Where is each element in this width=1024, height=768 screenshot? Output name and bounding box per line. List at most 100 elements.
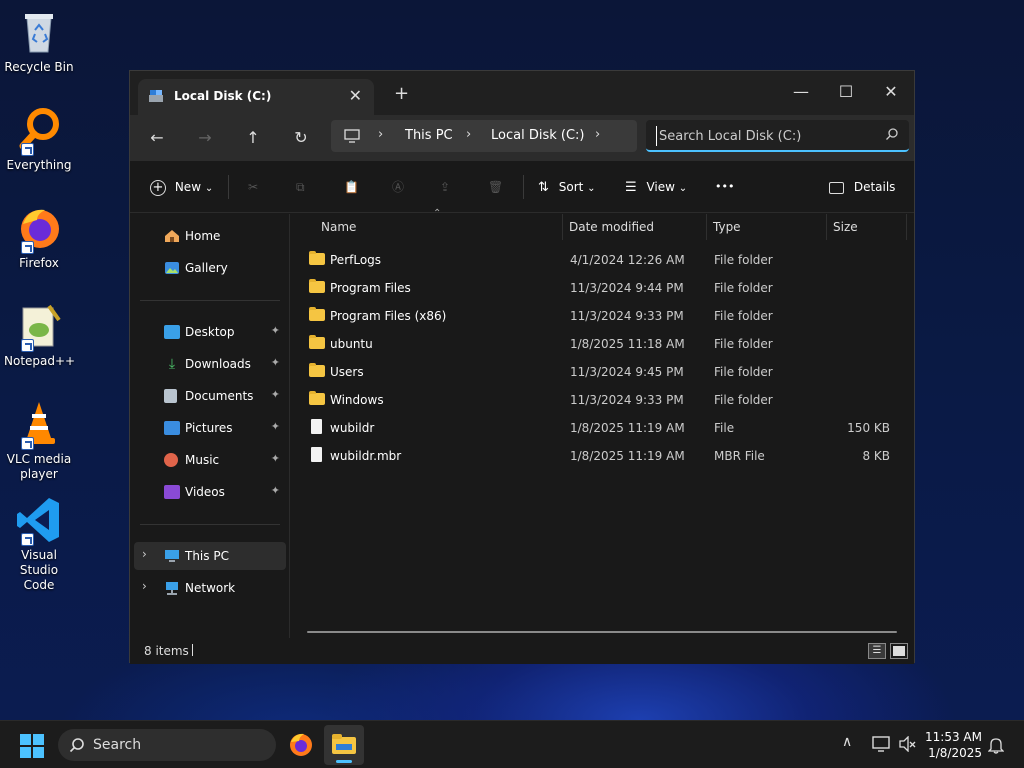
new-button[interactable]: + New ⌄ [150,175,213,199]
file-type: File [714,421,735,435]
new-tab-button[interactable]: + [394,83,409,104]
search-input[interactable] [656,126,871,146]
desktop-icon-vscode[interactable]: Visual Studio Code [4,496,74,593]
sidebar-item-videos[interactable]: Videos ✦ [134,478,286,506]
breadcrumb-this-pc[interactable]: This PC [405,128,453,143]
desktop-folder-icon [164,325,180,339]
network-tray-icon[interactable] [872,736,890,752]
column-header-type[interactable]: Type [707,214,827,240]
sidebar-item-label: Desktop [185,325,235,339]
table-row[interactable]: Users 11/3/2024 9:45 PM File folder [301,358,906,386]
copy-button[interactable]: ⧉ [296,175,305,199]
table-row[interactable]: Program Files (x86) 11/3/2024 9:33 PM Fi… [301,302,906,330]
firefox-icon [290,733,312,756]
status-divider [192,644,193,656]
maximize-button[interactable]: ☐ [823,77,869,107]
desktop-icon-label: Recycle Bin [4,60,74,74]
notification-bell-icon[interactable] [988,736,1004,754]
back-button[interactable]: ← [141,123,173,153]
taskbar-search[interactable]: Search [58,729,276,761]
details-view-button[interactable]: ☰ [868,643,886,659]
forward-button[interactable]: → [189,123,221,153]
table-row[interactable]: wubildr.mbr 1/8/2025 11:19 AM MBR File 8… [301,442,906,470]
column-header-name[interactable]: Name [315,214,563,240]
table-row[interactable]: ubuntu 1/8/2025 11:18 AM File folder [301,330,906,358]
file-name: ubuntu [330,337,373,351]
pin-icon: ✦ [270,324,280,337]
title-bar: Local Disk (C:) ✕ + — ☐ ✕ [130,71,914,115]
more-options-button[interactable]: ••• [715,175,734,199]
horizontal-scrollbar[interactable] [307,631,897,633]
table-row[interactable]: PerfLogs 4/1/2024 12:26 AM File folder [301,246,906,274]
shortcut-arrow-icon [21,143,34,156]
column-header-date-modified[interactable]: Date modified [563,214,707,240]
desktop-icon-notepad-plus-plus[interactable]: Notepad++ [4,302,75,369]
pin-icon: ✦ [270,420,280,433]
sidebar-item-home[interactable]: Home [134,222,286,250]
file-name: PerfLogs [330,253,382,267]
taskbar-firefox[interactable] [288,732,314,758]
desktop-icon-vlc[interactable]: VLC media player [4,400,74,482]
sort-button[interactable]: ⇅ Sort ⌄ [538,175,596,199]
volume-muted-icon[interactable] [898,736,916,752]
taskbar-file-explorer[interactable] [324,725,364,765]
desktop-icon-label: Firefox [19,256,59,270]
clipboard-icon: 📋 [344,180,359,194]
large-icons-view-button[interactable] [890,643,908,659]
notepad-plus-plus-icon [15,302,63,352]
pin-icon: ✦ [270,388,280,401]
file-type: File folder [714,337,773,351]
delete-button[interactable]: 🗑 [488,175,503,199]
view-button[interactable]: ☰ View ⌄ [625,175,687,199]
breadcrumb-chevron-icon[interactable]: › [595,127,600,142]
address-bar[interactable]: › This PC › Local Disk (C:) › [331,120,637,152]
share-button[interactable]: ⇪ [440,175,450,199]
table-row[interactable]: Program Files 11/3/2024 9:44 PM File fol… [301,274,906,302]
clock[interactable]: 11:53 AM 1/8/2025 [925,729,982,761]
scissors-icon: ✂ [248,180,259,194]
sort-label: Sort [558,180,584,194]
desktop-icon-everything[interactable]: Everything [4,106,74,173]
breadcrumb-chevron-icon[interactable]: › [378,127,383,142]
desktop-icon-recycle-bin[interactable]: Recycle Bin [4,8,74,75]
view-list-icon: ☰ [625,180,637,195]
sidebar-item-desktop[interactable]: Desktop ✦ [134,318,286,346]
tray-overflow-chevron-icon[interactable]: ∧ [842,734,852,750]
expand-chevron-icon[interactable]: › [142,547,147,561]
pin-icon: ✦ [270,484,280,497]
column-header-size[interactable]: Size [827,214,907,240]
sidebar-item-network[interactable]: › Network [134,574,286,602]
rename-button[interactable]: Ⓐ [392,175,404,199]
sidebar-item-downloads[interactable]: ⤓ Downloads ✦ [134,350,286,378]
sidebar-item-pictures[interactable]: Pictures ✦ [134,414,286,442]
tab-local-disk[interactable]: Local Disk (C:) ✕ [138,79,374,115]
up-button[interactable]: ↑ [237,123,269,153]
paste-button[interactable]: 📋 [344,175,359,199]
table-row[interactable]: wubildr 1/8/2025 11:19 AM File 150 KB [301,414,906,442]
sidebar-item-label: Network [185,581,236,595]
plus-circle-icon: + [150,179,166,196]
rename-icon: Ⓐ [392,180,405,194]
close-button[interactable]: ✕ [868,77,914,107]
table-row[interactable]: Windows 11/3/2024 9:33 PM File folder [301,386,906,414]
tab-close-icon[interactable]: ✕ [349,86,362,105]
file-name: wubildr [330,421,375,435]
sidebar-item-documents[interactable]: Documents ✦ [134,382,286,410]
refresh-button[interactable]: ↻ [285,123,317,153]
desktop-icon-firefox[interactable]: Firefox [4,204,74,271]
windows-logo-icon [20,734,44,758]
file-type: MBR File [714,449,765,463]
sidebar-item-this-pc[interactable]: › This PC [134,542,286,570]
breadcrumb-local-disk[interactable]: Local Disk (C:) [491,128,584,143]
breadcrumb-chevron-icon[interactable]: › [466,127,471,142]
search-box[interactable] [646,120,909,152]
sidebar-item-gallery[interactable]: Gallery [134,254,286,282]
cut-button[interactable]: ✂ [248,175,258,199]
desktop-icon-label: VLC media player [6,452,72,481]
minimize-button[interactable]: — [778,77,824,107]
toolbar-divider [228,175,229,199]
sidebar-item-music[interactable]: Music ✦ [134,446,286,474]
expand-chevron-icon[interactable]: › [142,579,147,593]
details-pane-button[interactable]: Details [829,175,895,199]
start-button[interactable] [20,734,44,758]
